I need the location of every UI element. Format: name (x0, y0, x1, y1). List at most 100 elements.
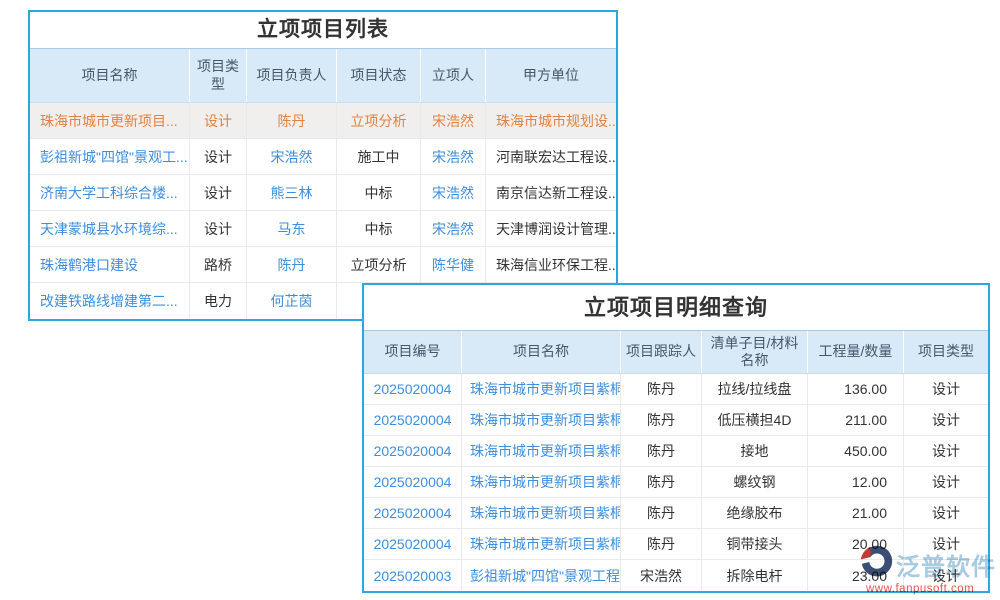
project-name-link[interactable]: 济南大学工科综合楼... (30, 175, 190, 210)
project-name-link[interactable]: 改建铁路线增建第二... (30, 283, 190, 319)
project-name-link[interactable]: 珠海市城市更新项目紫桐 (462, 467, 621, 497)
project-list-row[interactable]: 济南大学工科综合楼... 设计 熊三林 中标 宋浩然 南京信达新工程设... (30, 175, 616, 211)
project-detail-row[interactable]: 2025020004 珠海市城市更新项目紫桐 陈丹 接地 450.00 设计 (364, 436, 988, 467)
project-detail-row[interactable]: 2025020003 彭祖新城"四馆"景观工程 宋浩然 拆除电杆 23.00 设… (364, 560, 988, 591)
column-header-project-manager: 项目负责人 (247, 49, 337, 102)
initiator-link[interactable]: 宋浩然 (421, 211, 486, 246)
project-type-cell: 设计 (904, 436, 988, 466)
project-manager-link[interactable]: 马东 (247, 211, 337, 246)
client-unit-cell: 珠海市城市规划设... (486, 103, 616, 138)
project-manager-link[interactable]: 何芷茵 (247, 283, 337, 319)
column-header-tracker: 项目跟踪人 (621, 331, 702, 373)
project-detail-header: 项目编号 项目名称 项目跟踪人 清单子目/材料名称 工程量/数量 项目类型 (364, 330, 988, 374)
project-detail-row[interactable]: 2025020004 珠海市城市更新项目紫桐 陈丹 低压横担4D 211.00 … (364, 405, 988, 436)
project-code-link[interactable]: 2025020004 (364, 405, 462, 435)
project-status-cell: 施工中 (337, 139, 421, 174)
project-manager-link[interactable]: 宋浩然 (247, 139, 337, 174)
project-type-cell: 设计 (904, 498, 988, 528)
project-manager-link[interactable]: 陈丹 (247, 103, 337, 138)
project-name-link[interactable]: 珠海市城市更新项目紫桐 (462, 374, 621, 404)
tracker-cell: 陈丹 (621, 498, 702, 528)
project-detail-row[interactable]: 2025020004 珠海市城市更新项目紫桐 陈丹 铜带接头 20.00 设计 (364, 529, 988, 560)
project-code-link[interactable]: 2025020004 (364, 374, 462, 404)
project-list-row[interactable]: 珠海市城市更新项目... 设计 陈丹 立项分析 宋浩然 珠海市城市规划设... (30, 103, 616, 139)
project-name-link[interactable]: 珠海市城市更新项目紫桐 (462, 436, 621, 466)
material-name-cell: 螺纹钢 (702, 467, 808, 497)
initiator-link[interactable]: 宋浩然 (421, 175, 486, 210)
project-type-cell: 设计 (190, 211, 247, 246)
project-list-header: 项目名称 项目类型 项目负责人 项目状态 立项人 甲方单位 (30, 48, 616, 103)
column-header-project-code: 项目编号 (364, 331, 462, 373)
project-detail-row[interactable]: 2025020004 珠海市城市更新项目紫桐 陈丹 螺纹钢 12.00 设计 (364, 467, 988, 498)
project-type-cell: 设计 (904, 374, 988, 404)
column-header-project-type: 项目类型 (190, 49, 247, 102)
project-name-link[interactable]: 珠海市城市更新项目紫桐 (462, 405, 621, 435)
material-name-cell: 拉线/拉线盘 (702, 374, 808, 404)
tracker-cell: 陈丹 (621, 467, 702, 497)
project-status-cell: 中标 (337, 211, 421, 246)
project-detail-row[interactable]: 2025020004 珠海市城市更新项目紫桐 陈丹 拉线/拉线盘 136.00 … (364, 374, 988, 405)
column-header-initiator: 立项人 (421, 49, 486, 102)
project-status-cell: 立项分析 (337, 247, 421, 282)
quantity-cell: 211.00 (808, 405, 904, 435)
material-name-cell: 绝缘胶布 (702, 498, 808, 528)
quantity-cell: 23.00 (808, 560, 904, 591)
project-detail-row[interactable]: 2025020004 珠海市城市更新项目紫桐 陈丹 绝缘胶布 21.00 设计 (364, 498, 988, 529)
tracker-cell: 陈丹 (621, 436, 702, 466)
material-name-cell: 接地 (702, 436, 808, 466)
project-name-link[interactable]: 珠海鹤港口建设 (30, 247, 190, 282)
initiator-link[interactable]: 陈华健 (421, 247, 486, 282)
material-name-cell: 拆除电杆 (702, 560, 808, 591)
project-name-link[interactable]: 珠海市城市更新项目... (30, 103, 190, 138)
tracker-cell: 陈丹 (621, 405, 702, 435)
project-type-cell: 设计 (904, 467, 988, 497)
material-name-cell: 低压横担4D (702, 405, 808, 435)
project-type-cell: 设计 (190, 175, 247, 210)
client-unit-cell: 天津博润设计管理... (486, 211, 616, 246)
project-code-link[interactable]: 2025020004 (364, 529, 462, 559)
client-unit-cell: 河南联宏达工程设... (486, 139, 616, 174)
quantity-cell: 450.00 (808, 436, 904, 466)
quantity-cell: 136.00 (808, 374, 904, 404)
project-code-link[interactable]: 2025020004 (364, 467, 462, 497)
material-name-cell: 铜带接头 (702, 529, 808, 559)
project-list-row[interactable]: 彭祖新城"四馆"景观工... 设计 宋浩然 施工中 宋浩然 河南联宏达工程设..… (30, 139, 616, 175)
page: 立项项目列表 项目名称 项目类型 项目负责人 项目状态 立项人 甲方单位 珠海市… (0, 0, 1000, 600)
project-name-link[interactable]: 彭祖新城"四馆"景观工程 (462, 560, 621, 591)
project-manager-link[interactable]: 熊三林 (247, 175, 337, 210)
project-type-cell: 设计 (190, 139, 247, 174)
project-detail-body: 2025020004 珠海市城市更新项目紫桐 陈丹 拉线/拉线盘 136.00 … (364, 374, 988, 591)
client-unit-cell: 南京信达新工程设... (486, 175, 616, 210)
column-header-project-status: 项目状态 (337, 49, 421, 102)
quantity-cell: 20.00 (808, 529, 904, 559)
column-header-quantity: 工程量/数量 (808, 331, 904, 373)
project-list-row[interactable]: 天津蒙城县水环境综... 设计 马东 中标 宋浩然 天津博润设计管理... (30, 211, 616, 247)
project-code-link[interactable]: 2025020004 (364, 498, 462, 528)
quantity-cell: 21.00 (808, 498, 904, 528)
initiator-link[interactable]: 宋浩然 (421, 103, 486, 138)
tracker-cell: 陈丹 (621, 374, 702, 404)
project-list-row[interactable]: 珠海鹤港口建设 路桥 陈丹 立项分析 陈华健 珠海信业环保工程... (30, 247, 616, 283)
project-code-link[interactable]: 2025020003 (364, 560, 462, 591)
project-code-link[interactable]: 2025020004 (364, 436, 462, 466)
client-unit-cell: 珠海信业环保工程... (486, 247, 616, 282)
project-status-cell: 中标 (337, 175, 421, 210)
column-header-project-name: 项目名称 (30, 49, 190, 102)
project-detail-table: 立项项目明细查询 项目编号 项目名称 项目跟踪人 清单子目/材料名称 工程量/数… (362, 283, 990, 593)
project-name-link[interactable]: 珠海市城市更新项目紫桐 (462, 529, 621, 559)
project-manager-link[interactable]: 陈丹 (247, 247, 337, 282)
project-name-link[interactable]: 天津蒙城县水环境综... (30, 211, 190, 246)
quantity-cell: 12.00 (808, 467, 904, 497)
initiator-link[interactable]: 宋浩然 (421, 139, 486, 174)
project-type-cell: 电力 (190, 283, 247, 319)
column-header-project-type: 项目类型 (904, 331, 988, 373)
project-type-cell: 设计 (190, 103, 247, 138)
project-type-cell: 路桥 (190, 247, 247, 282)
column-header-project-name: 项目名称 (462, 331, 621, 373)
project-list-title: 立项项目列表 (30, 12, 616, 48)
project-name-link[interactable]: 珠海市城市更新项目紫桐 (462, 498, 621, 528)
project-type-cell: 设计 (904, 560, 988, 591)
project-name-link[interactable]: 彭祖新城"四馆"景观工... (30, 139, 190, 174)
column-header-client-unit: 甲方单位 (486, 49, 616, 102)
project-type-cell: 设计 (904, 405, 988, 435)
